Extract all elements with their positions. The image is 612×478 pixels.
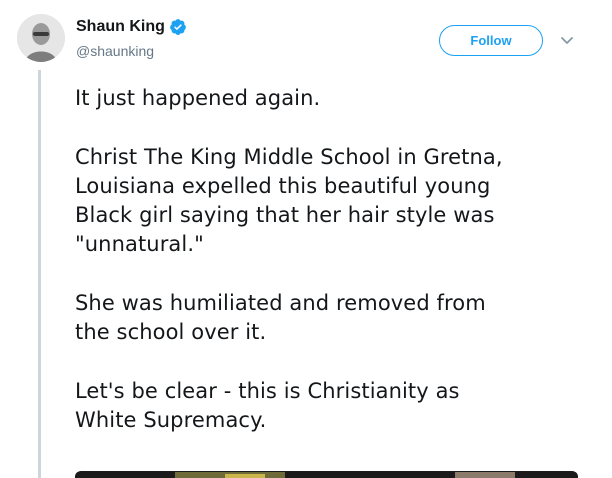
follow-button[interactable]: Follow [439, 25, 543, 56]
chevron-down-icon[interactable] [557, 30, 577, 50]
tweet-media-image[interactable] [75, 471, 578, 478]
tweet-paragraph: Let's be clear - this is Christianity as… [75, 379, 460, 432]
tweet-paragraph: It just happened again. [75, 86, 321, 110]
author-name-row[interactable]: Shaun King [76, 15, 187, 39]
author-display-name[interactable]: Shaun King [76, 18, 165, 36]
verified-badge-icon [169, 18, 187, 36]
tweet-paragraph: She was humiliated and removed from the … [75, 291, 486, 344]
tweet-card: Shaun King @shaunking Follow It just hap… [0, 0, 612, 478]
media-preview-strip [75, 472, 578, 478]
avatar-image [17, 14, 65, 62]
avatar[interactable] [17, 14, 65, 62]
thread-line [38, 70, 41, 478]
tweet-paragraph: Christ The King Middle School in Gretna,… [75, 145, 503, 256]
tweet-text: It just happened again. Christ The King … [75, 84, 595, 465]
author-handle[interactable]: @shaunking [76, 43, 154, 59]
